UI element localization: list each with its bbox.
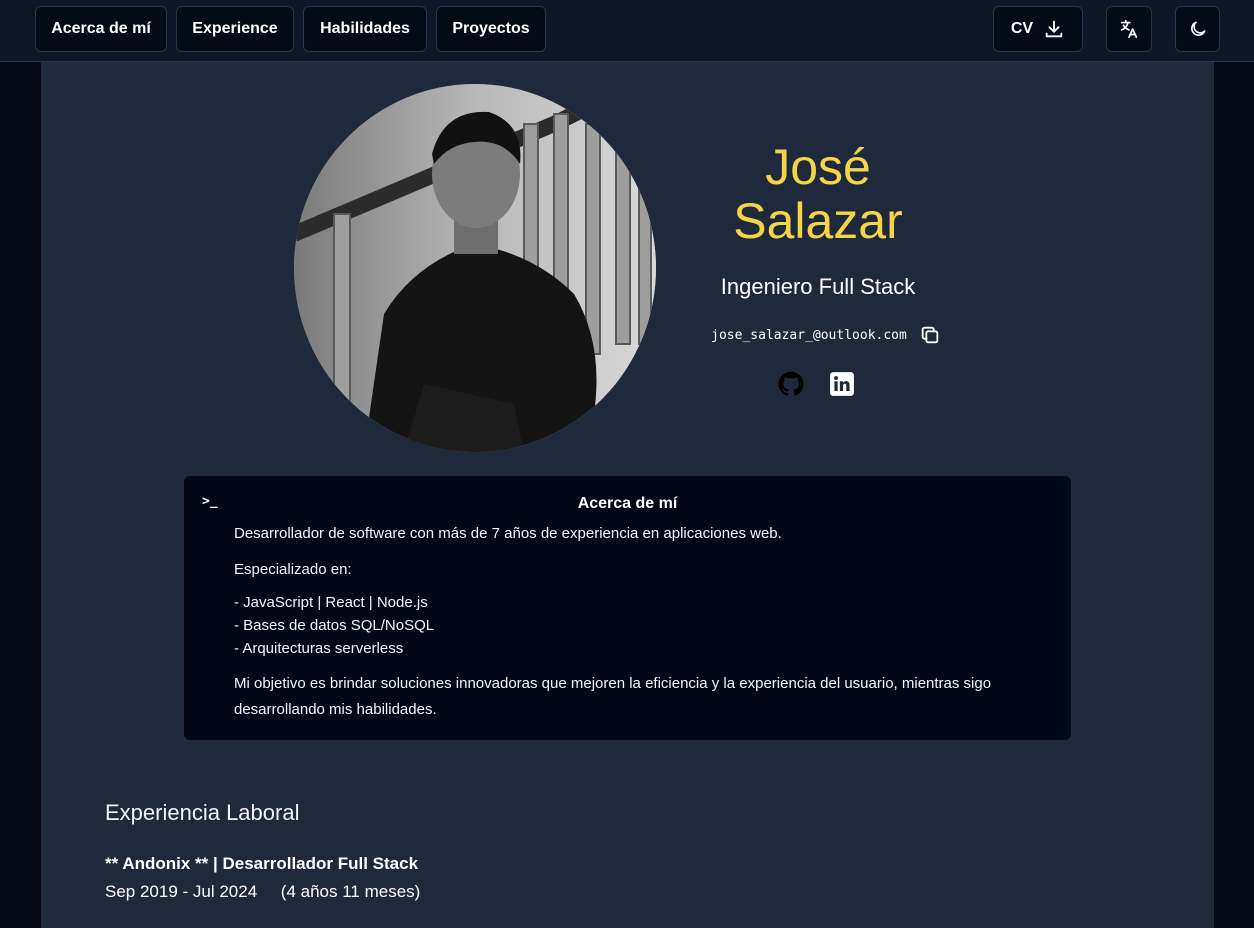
skill-item: - JavaScript | React | Node.js — [234, 594, 428, 611]
social-links — [777, 370, 867, 398]
email-row: jose_salazar_@outlook.com — [676, 324, 976, 346]
skill-item: - Bases de datos SQL/NoSQL — [234, 617, 435, 634]
job-duration: (4 años 11 meses) — [280, 882, 421, 901]
copy-icon[interactable] — [919, 324, 941, 346]
about-specialized: Especializado en: — [234, 561, 352, 578]
profile-photo — [294, 84, 656, 452]
nav-about-button[interactable]: Acerca de mí — [35, 6, 167, 52]
translate-button[interactable] — [1106, 6, 1152, 52]
cv-label: CV — [1010, 20, 1034, 37]
about-body: Desarrollador de software con más de 7 a… — [234, 522, 1054, 723]
nav-projects-button[interactable]: Proyectos — [436, 6, 546, 52]
main-content: José Salazar Ingeniero Full Stack jose_s… — [41, 62, 1214, 928]
last-name: Salazar — [733, 193, 903, 249]
about-title: Acerca de mí — [577, 495, 678, 512]
email-text: jose_salazar_@outlook.com — [711, 327, 907, 343]
download-icon — [1045, 20, 1063, 38]
skill-item: - Arquitecturas serverless — [234, 640, 404, 657]
theme-toggle-button[interactable] — [1175, 6, 1220, 52]
about-card: >_ Acerca de mí Desarrollador de softwar… — [184, 476, 1071, 740]
profile-name: José Salazar — [691, 140, 945, 248]
translate-icon — [1120, 19, 1138, 39]
linkedin-icon[interactable] — [829, 371, 855, 397]
top-navbar: Acerca de mí Experience Habilidades Proy… — [0, 0, 1254, 62]
job-dates: Sep 2019 - Jul 2024 (4 años 11 meses) — [105, 882, 420, 902]
nav-experience-button[interactable]: Experience — [176, 6, 294, 52]
profile-role: Ingeniero Full Stack — [720, 274, 916, 299]
moon-icon — [1190, 21, 1205, 36]
about-intro: Desarrollador de software con más de 7 a… — [234, 525, 782, 542]
github-icon[interactable] — [777, 370, 805, 398]
nav-skills-button[interactable]: Habilidades — [303, 6, 427, 52]
cv-download-button[interactable]: CV — [993, 6, 1083, 52]
first-name: José — [765, 139, 871, 195]
experience-section-title: Experiencia Laboral — [105, 800, 300, 825]
job-date-range: Sep 2019 - Jul 2024 — [105, 882, 258, 901]
about-objective: Mi objetivo es brindar soluciones innova… — [234, 675, 992, 718]
job-title: ** Andonix ** | Desarrollador Full Stack — [105, 854, 419, 873]
